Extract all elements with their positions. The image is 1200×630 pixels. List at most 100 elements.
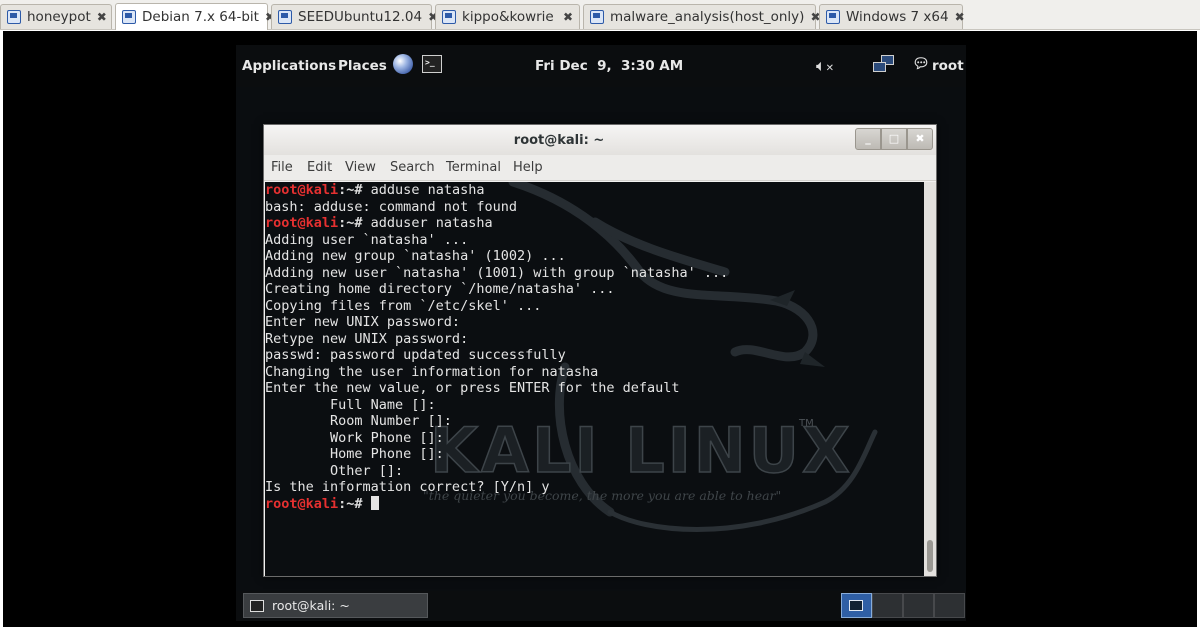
command-text: adduser natasha <box>362 215 493 231</box>
output-text: Home Phone []: <box>265 446 444 462</box>
prompt-path: :~# <box>338 215 363 231</box>
vm-icon <box>590 10 604 24</box>
vm-tab-label: honeypot <box>27 9 91 25</box>
taskbar-terminal-item[interactable]: root@kali: ~ <box>243 593 428 618</box>
workspace-4[interactable] <box>934 593 965 618</box>
places-menu[interactable]: Places <box>338 58 387 74</box>
output-text: Full Name []: <box>265 396 436 413</box>
menu-view[interactable]: View <box>345 160 376 175</box>
vm-screen[interactable]: Applications Places >_ Fri Dec 9, 3:30 A… <box>3 31 1197 627</box>
vm-tab[interactable]: kippo&kowrie ✖ <box>435 4 580 29</box>
terminal-line: Adding new group `natasha' (1002) ... <box>265 248 915 265</box>
tab-close-icon[interactable]: ✖ <box>563 10 573 24</box>
terminal-cursor <box>370 495 379 510</box>
terminal-line: Copying files from `/etc/skel' ... <box>265 298 915 315</box>
user-menu[interactable]: root <box>932 58 964 74</box>
terminal-line: Retype new UNIX password: <box>265 331 915 348</box>
workspace-3[interactable] <box>903 593 934 618</box>
applications-menu[interactable]: Applications <box>242 58 336 74</box>
menu-terminal[interactable]: Terminal <box>446 160 501 175</box>
prompt-path: :~# <box>338 182 363 198</box>
output-text: bash: adduse: command not found <box>265 198 517 215</box>
terminal-body[interactable]: KALI LINUX TM "the quieter you become, t… <box>265 182 924 576</box>
terminal-line: Changing the user information for natash… <box>265 364 915 381</box>
output-text: Adding user `natasha' ... <box>265 231 469 248</box>
tab-close-icon[interactable]: ✖ <box>97 10 107 24</box>
minimize-button[interactable]: _ <box>855 128 881 150</box>
output-text: Retype new UNIX password: <box>265 330 469 347</box>
output-text: Adding new group `natasha' (1002) ... <box>265 248 566 264</box>
vm-icon <box>826 10 840 24</box>
panel-clock[interactable]: Fri Dec 9, 3:30 AM <box>535 58 683 74</box>
output-text: passwd: password updated successfully <box>265 347 566 363</box>
terminal-line: Creating home directory `/home/natasha' … <box>265 281 915 298</box>
prompt-path: :~# <box>338 495 363 512</box>
menu-help[interactable]: Help <box>513 160 543 175</box>
vm-tab-label: SEEDUbuntu12.04 <box>298 9 423 25</box>
output-text: Is the information correct? [Y/n] y <box>265 479 550 495</box>
gnome-top-panel: Applications Places >_ Fri Dec 9, 3:30 A… <box>236 45 966 87</box>
output-text: Changing the user information for natash… <box>265 363 599 380</box>
terminal-title: root@kali: ~ <box>513 133 605 148</box>
menu-edit[interactable]: Edit <box>307 160 332 175</box>
output-text: Enter the new value, or press ENTER for … <box>265 380 680 396</box>
network-icon[interactable] <box>873 55 895 77</box>
vm-icon <box>122 10 136 24</box>
terminal-line: Home Phone []: <box>265 446 915 463</box>
vm-icon <box>442 10 456 24</box>
volume-muted-icon[interactable]: 🔈︎✕ <box>816 56 838 76</box>
vm-icon <box>278 10 292 24</box>
terminal-line: root@kali:~# adduse natasha <box>265 182 915 199</box>
maximize-button[interactable]: □ <box>881 128 907 150</box>
prompt-user: root@kali <box>265 215 339 231</box>
vm-tab[interactable]: Debian 7.x 64-bit ✖ <box>115 3 275 30</box>
menu-file[interactable]: File <box>271 160 293 175</box>
scrollbar-thumb[interactable] <box>927 540 933 572</box>
terminal-line: Room Number []: <box>265 413 915 430</box>
tab-close-icon[interactable]: ✖ <box>955 10 965 24</box>
user-icon: 💬︎ <box>912 56 930 72</box>
command-text: adduse natasha <box>362 182 485 198</box>
workspace-2[interactable] <box>872 593 903 618</box>
workspace-1[interactable] <box>841 593 872 618</box>
vm-tab-bar: honeypot ✖ Debian 7.x 64-bit ✖ SEEDUbuntu12.… <box>0 0 1200 30</box>
terminal-line: Adding new user `natasha' (1001) with gr… <box>265 265 915 282</box>
output-text: Enter new UNIX password: <box>265 314 461 330</box>
terminal-icon[interactable]: >_ <box>422 55 442 73</box>
vm-tab-label: Debian 7.x 64-bit <box>142 9 259 25</box>
terminal-line: Enter new UNIX password: <box>265 314 915 331</box>
taskbar-label: root@kali: ~ <box>272 598 350 613</box>
terminal-titlebar[interactable]: root@kali: ~ _ □ ✖ <box>264 125 936 155</box>
command-text <box>363 496 371 512</box>
vm-tab[interactable]: malware_analysis(host_only) ✖ <box>583 4 821 29</box>
terminal-output: root@kali:~# adduse natasha bash: adduse:… <box>265 182 915 512</box>
terminal-line: Work Phone []: <box>265 430 915 447</box>
vm-icon <box>7 10 21 24</box>
terminal-menubar: File Edit View Search Terminal Help <box>264 155 936 181</box>
terminal-line: Enter the new value, or press ENTER for … <box>265 380 915 397</box>
terminal-line: Is the information correct? [Y/n] y <box>265 479 915 496</box>
gnome-bottom-panel: root@kali: ~ <box>236 591 966 621</box>
terminal-window: root@kali: ~ _ □ ✖ File Edit View Search… <box>263 124 937 577</box>
terminal-line: passwd: password updated successfully <box>265 347 915 364</box>
terminal-line: root@kali:~# adduser natasha <box>265 215 915 232</box>
menu-search[interactable]: Search <box>390 160 435 175</box>
output-text: Copying files from `/etc/skel' ... <box>265 297 542 314</box>
terminal-icon <box>250 599 264 612</box>
vm-tab[interactable]: Windows 7 x64 ✖ <box>819 4 965 29</box>
vm-tab[interactable]: honeypot ✖ <box>0 4 112 29</box>
guest-desktop: Applications Places >_ Fri Dec 9, 3:30 A… <box>236 45 966 621</box>
output-text: Adding new user `natasha' (1001) with gr… <box>265 264 729 281</box>
terminal-scrollbar[interactable] <box>924 182 936 576</box>
close-button[interactable]: ✖ <box>907 128 933 150</box>
vm-tab[interactable]: SEEDUbuntu12.04 ✖ <box>271 4 438 29</box>
terminal-line: Adding user `natasha' ... <box>265 232 915 249</box>
vm-tab-label: Windows 7 x64 <box>846 9 949 25</box>
output-text: Room Number []: <box>265 413 452 429</box>
vm-tab-label: malware_analysis(host_only) <box>610 9 805 25</box>
terminal-line: bash: adduse: command not found <box>265 199 915 216</box>
terminal-line: Other []: <box>265 463 915 480</box>
terminal-line: Full Name []: <box>265 397 915 414</box>
output-text: Creating home directory `/home/natasha' … <box>265 281 615 297</box>
browser-icon[interactable] <box>393 54 413 74</box>
